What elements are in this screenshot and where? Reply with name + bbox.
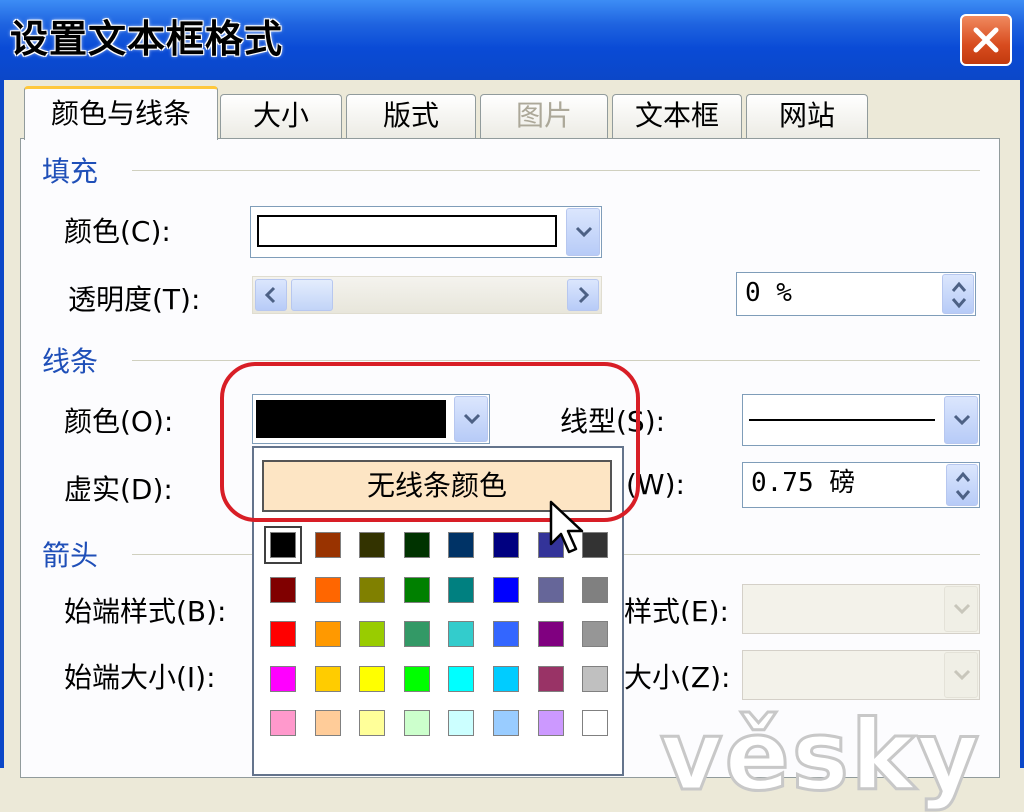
tab-layout[interactable]: 版式	[346, 94, 476, 138]
spin-down-icon	[955, 490, 971, 501]
fill-group-label: 填充	[42, 155, 99, 188]
chevron-down-icon	[953, 669, 971, 681]
color-swatch[interactable]	[404, 666, 430, 692]
line-group-divider	[132, 360, 980, 361]
spin-down-icon	[951, 298, 967, 309]
color-swatch[interactable]	[270, 621, 296, 647]
color-swatch[interactable]	[404, 621, 430, 647]
weight-value: 0.75 磅	[751, 468, 856, 498]
color-swatch[interactable]	[538, 666, 564, 692]
end-size-dropdown	[742, 650, 980, 700]
end-size-label: 大小(Z):	[624, 661, 731, 694]
color-swatch[interactable]	[448, 710, 474, 736]
spin-up-icon	[955, 471, 971, 482]
transparency-slider[interactable]	[252, 276, 602, 314]
close-icon	[973, 27, 999, 53]
transparency-value: 0 %	[745, 278, 792, 308]
slider-thumb[interactable]	[291, 279, 333, 311]
color-swatch[interactable]	[538, 621, 564, 647]
color-swatch[interactable]	[270, 710, 296, 736]
fill-group-divider	[132, 170, 980, 171]
color-swatch[interactable]	[493, 710, 519, 736]
color-swatch[interactable]	[493, 666, 519, 692]
color-swatch[interactable]	[315, 577, 341, 603]
transparency-spinbox[interactable]: 0 %	[736, 272, 976, 316]
color-swatch[interactable]	[359, 710, 385, 736]
dash-label: 虚实(D):	[64, 473, 173, 506]
line-style-preview	[749, 419, 935, 421]
transparency-label: 透明度(T):	[68, 283, 201, 316]
begin-size-label: 始端大小(I):	[64, 661, 216, 694]
color-swatch[interactable]	[359, 666, 385, 692]
end-style-label: 样式(E):	[624, 595, 729, 628]
fill-color-dropdown-button[interactable]	[566, 208, 600, 256]
chevron-down-icon	[953, 414, 971, 426]
color-swatch[interactable]	[270, 577, 296, 603]
color-swatch[interactable]	[582, 666, 608, 692]
color-swatch[interactable]	[448, 577, 474, 603]
fill-color-preview	[257, 215, 557, 247]
color-swatch[interactable]	[538, 710, 564, 736]
color-swatch[interactable]	[448, 532, 474, 558]
color-swatch[interactable]	[538, 577, 564, 603]
color-swatch[interactable]	[404, 577, 430, 603]
tab-colors-and-lines[interactable]: 颜色与线条	[24, 86, 218, 140]
color-swatch[interactable]	[448, 621, 474, 647]
color-swatch[interactable]	[264, 526, 302, 564]
color-swatch[interactable]	[270, 666, 296, 692]
color-swatch[interactable]	[404, 710, 430, 736]
slider-right-button[interactable]	[567, 279, 599, 311]
color-swatch[interactable]	[448, 666, 474, 692]
tab-textbox[interactable]: 文本框	[612, 94, 742, 138]
tab-web[interactable]: 网站	[746, 94, 868, 138]
color-swatch[interactable]	[493, 532, 519, 558]
slider-left-button[interactable]	[255, 279, 287, 311]
window-title: 设置文本框格式	[10, 17, 284, 61]
chevron-right-icon	[578, 286, 590, 304]
color-swatch[interactable]	[359, 621, 385, 647]
arrows-group-label: 箭头	[42, 539, 99, 572]
color-swatch[interactable]	[315, 621, 341, 647]
color-swatch[interactable]	[315, 532, 341, 558]
fill-color-dropdown[interactable]	[250, 206, 602, 258]
color-swatch[interactable]	[359, 577, 385, 603]
color-swatch[interactable]	[315, 710, 341, 736]
watermark: věsky	[658, 699, 982, 812]
color-swatch[interactable]	[404, 532, 430, 558]
color-swatch[interactable]	[315, 666, 341, 692]
line-style-dropdown-button[interactable]	[944, 396, 978, 444]
close-button[interactable]	[960, 14, 1012, 66]
chevron-down-icon	[953, 603, 971, 615]
weight-spinbox[interactable]: 0.75 磅	[742, 462, 980, 508]
chevron-left-icon	[264, 286, 276, 304]
end-style-dropdown-button	[944, 586, 978, 632]
line-group-label: 线条	[42, 345, 99, 378]
line-style-dropdown[interactable]	[742, 394, 980, 446]
color-swatch[interactable]	[582, 621, 608, 647]
color-swatch[interactable]	[493, 577, 519, 603]
tab-picture: 图片	[480, 94, 608, 138]
begin-style-label: 始端样式(B):	[64, 595, 227, 628]
mouse-cursor-icon	[549, 500, 584, 554]
weight-spin-buttons[interactable]	[946, 464, 978, 506]
color-swatch[interactable]	[582, 710, 608, 736]
spin-up-icon	[951, 281, 967, 292]
line-color-label: 颜色(O):	[64, 405, 174, 438]
chevron-down-icon	[575, 226, 593, 238]
end-style-dropdown	[742, 584, 980, 634]
end-size-dropdown-button	[944, 652, 978, 698]
fill-color-label: 颜色(C):	[64, 215, 171, 248]
color-swatch[interactable]	[493, 621, 519, 647]
color-swatch[interactable]	[359, 532, 385, 558]
transparency-spin-buttons[interactable]	[942, 274, 974, 314]
color-swatch[interactable]	[582, 577, 608, 603]
tab-size[interactable]: 大小	[220, 94, 342, 138]
